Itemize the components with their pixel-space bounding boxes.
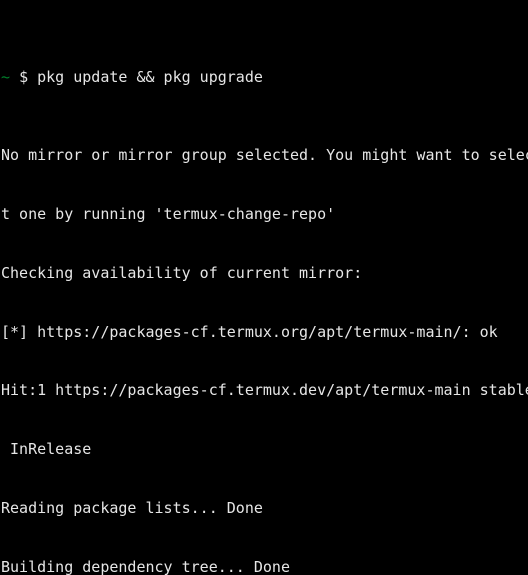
output-line: [*] https://packages-cf.termux.org/apt/t… xyxy=(1,322,498,341)
output-line: t one by running 'termux-change-repo' xyxy=(1,204,336,223)
output-line: Checking availability of current mirror: xyxy=(1,263,363,282)
output-line: Reading package lists... Done xyxy=(1,498,263,517)
prompt-space-1 xyxy=(10,68,19,86)
prompt-host: ~ xyxy=(1,67,11,86)
prompt-space-2 xyxy=(28,68,37,86)
output-line: Hit:1 https://packages-cf.termux.dev/apt… xyxy=(1,381,528,400)
prompt-sigil: $ xyxy=(19,67,29,86)
output-line: No mirror or mirror group selected. You … xyxy=(1,146,528,165)
output-line: Building dependency tree... Done xyxy=(1,557,290,575)
command-line: ~ $ pkg update && pkg upgrade xyxy=(1,68,528,88)
terminal-screen[interactable]: ~ $ pkg update && pkg upgrade No mirror … xyxy=(0,0,528,575)
command-text: pkg update && pkg upgrade xyxy=(37,67,263,86)
output-line: InRelease xyxy=(1,440,92,459)
